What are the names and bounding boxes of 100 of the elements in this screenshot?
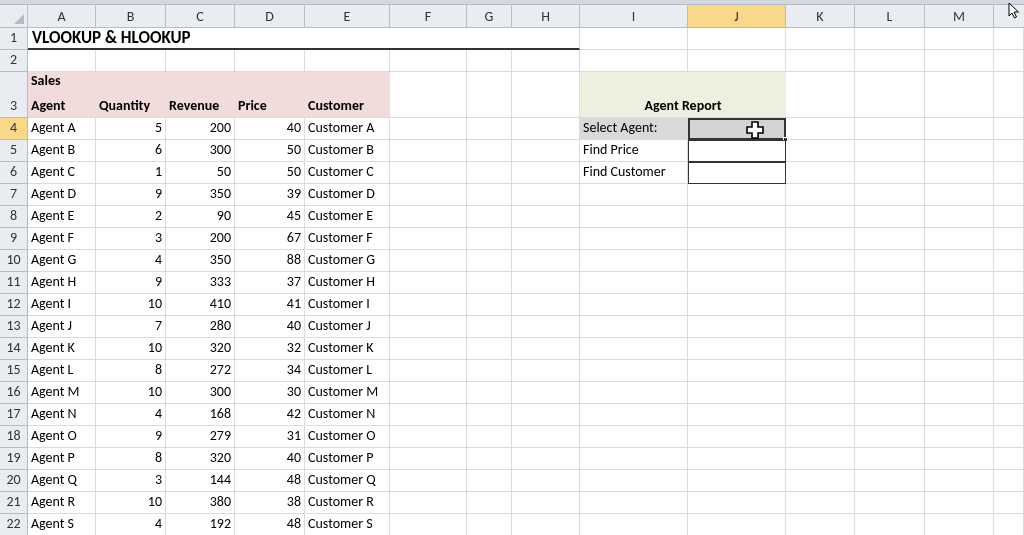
table-cell: 300: [166, 140, 235, 162]
table-cell: 3: [96, 228, 166, 250]
column-header[interactable]: C: [166, 5, 235, 28]
empty-cell: [512, 426, 580, 448]
table-cell: Customer S: [305, 514, 390, 535]
empty-cell: [855, 426, 925, 448]
table-cell: 41: [235, 294, 305, 316]
empty-cell: [855, 316, 925, 338]
table-cell: Agent N: [28, 404, 96, 426]
column-header[interactable]: H: [512, 5, 580, 28]
table-cell: 320: [166, 338, 235, 360]
row-header[interactable]: 21: [0, 492, 28, 514]
empty-cell: [467, 470, 512, 492]
empty-cell: [994, 250, 1024, 272]
table-cell: 39: [235, 184, 305, 206]
empty-cell: [855, 118, 925, 140]
column-header[interactable]: K: [786, 5, 855, 28]
empty-cell: [994, 184, 1024, 206]
empty-cell: [994, 206, 1024, 228]
column-header[interactable]: F: [390, 5, 467, 28]
column-header[interactable]: D: [235, 5, 305, 28]
empty-cell: [925, 50, 994, 72]
empty-cell: [994, 448, 1024, 470]
empty-cell: [512, 294, 580, 316]
empty-cell: [786, 404, 855, 426]
row-header[interactable]: 20: [0, 470, 28, 492]
table-cell: 4: [96, 404, 166, 426]
row-header[interactable]: 18: [0, 426, 28, 448]
table-cell: 10: [96, 294, 166, 316]
row-header[interactable]: 12: [0, 294, 28, 316]
empty-cell: [994, 140, 1024, 162]
table-cell: 38: [235, 492, 305, 514]
row-header[interactable]: 16: [0, 382, 28, 404]
row-header[interactable]: 17: [0, 404, 28, 426]
empty-cell: [855, 360, 925, 382]
table-cell: Customer B: [305, 140, 390, 162]
table-cell: 9: [96, 426, 166, 448]
row-header[interactable]: 5: [0, 140, 28, 162]
row-header[interactable]: 11: [0, 272, 28, 294]
row-header[interactable]: 14: [0, 338, 28, 360]
table-cell: 31: [235, 426, 305, 448]
input-field[interactable]: [688, 118, 786, 140]
empty-cell: [512, 250, 580, 272]
table-cell: Agent H: [28, 272, 96, 294]
empty-cell: [786, 316, 855, 338]
empty-cell: [467, 294, 512, 316]
column-header[interactable]: G: [467, 5, 512, 28]
empty-cell: [994, 50, 1024, 72]
column-header[interactable]: I: [580, 5, 688, 28]
table-cell: 8: [96, 448, 166, 470]
row-header[interactable]: 3: [0, 72, 28, 118]
column-header[interactable]: E: [305, 5, 390, 28]
table-cell: 45: [235, 206, 305, 228]
row-header[interactable]: 7: [0, 184, 28, 206]
column-header[interactable]: J: [688, 5, 786, 28]
table-cell: Agent J: [28, 316, 96, 338]
row-header[interactable]: 13: [0, 316, 28, 338]
table-cell: 30: [235, 382, 305, 404]
table-cell: 9: [96, 184, 166, 206]
table-cell: 3: [96, 470, 166, 492]
table-cell: Customer F: [305, 228, 390, 250]
row-header[interactable]: 19: [0, 448, 28, 470]
empty-cell: [512, 272, 580, 294]
table-cell: Customer A: [305, 118, 390, 140]
empty-cell: [786, 294, 855, 316]
row-header[interactable]: 2: [0, 50, 28, 72]
empty-cell: [994, 470, 1024, 492]
empty-cell: [467, 118, 512, 140]
empty-cell: [512, 338, 580, 360]
column-header[interactable]: A: [28, 5, 96, 28]
table-cell: Customer C: [305, 162, 390, 184]
table-cell: 10: [96, 492, 166, 514]
table-cell: 279: [166, 426, 235, 448]
row-header[interactable]: 10: [0, 250, 28, 272]
table-cell: Agent M: [28, 382, 96, 404]
table-cell: Customer G: [305, 250, 390, 272]
empty-cell: [512, 404, 580, 426]
empty-cell: [512, 492, 580, 514]
row-header[interactable]: 15: [0, 360, 28, 382]
empty-cell: [994, 492, 1024, 514]
column-header[interactable]: L: [855, 5, 925, 28]
row-header[interactable]: 1: [0, 28, 28, 50]
input-field[interactable]: [688, 162, 786, 184]
row-header[interactable]: 9: [0, 228, 28, 250]
column-header[interactable]: M: [925, 5, 994, 28]
row-header[interactable]: 22: [0, 514, 28, 535]
empty-cell: [855, 228, 925, 250]
table-cell: Agent K: [28, 338, 96, 360]
empty-cell: [467, 426, 512, 448]
empty-cell: [925, 162, 994, 184]
input-field[interactable]: [688, 140, 786, 162]
empty-cell: [994, 338, 1024, 360]
empty-cell: [512, 316, 580, 338]
row-header[interactable]: 8: [0, 206, 28, 228]
triangle-icon: [14, 14, 24, 24]
row-header[interactable]: 4: [0, 118, 28, 140]
empty-cell: [855, 140, 925, 162]
row-header[interactable]: 6: [0, 162, 28, 184]
empty-cell: [855, 28, 925, 50]
column-header[interactable]: B: [96, 5, 166, 28]
